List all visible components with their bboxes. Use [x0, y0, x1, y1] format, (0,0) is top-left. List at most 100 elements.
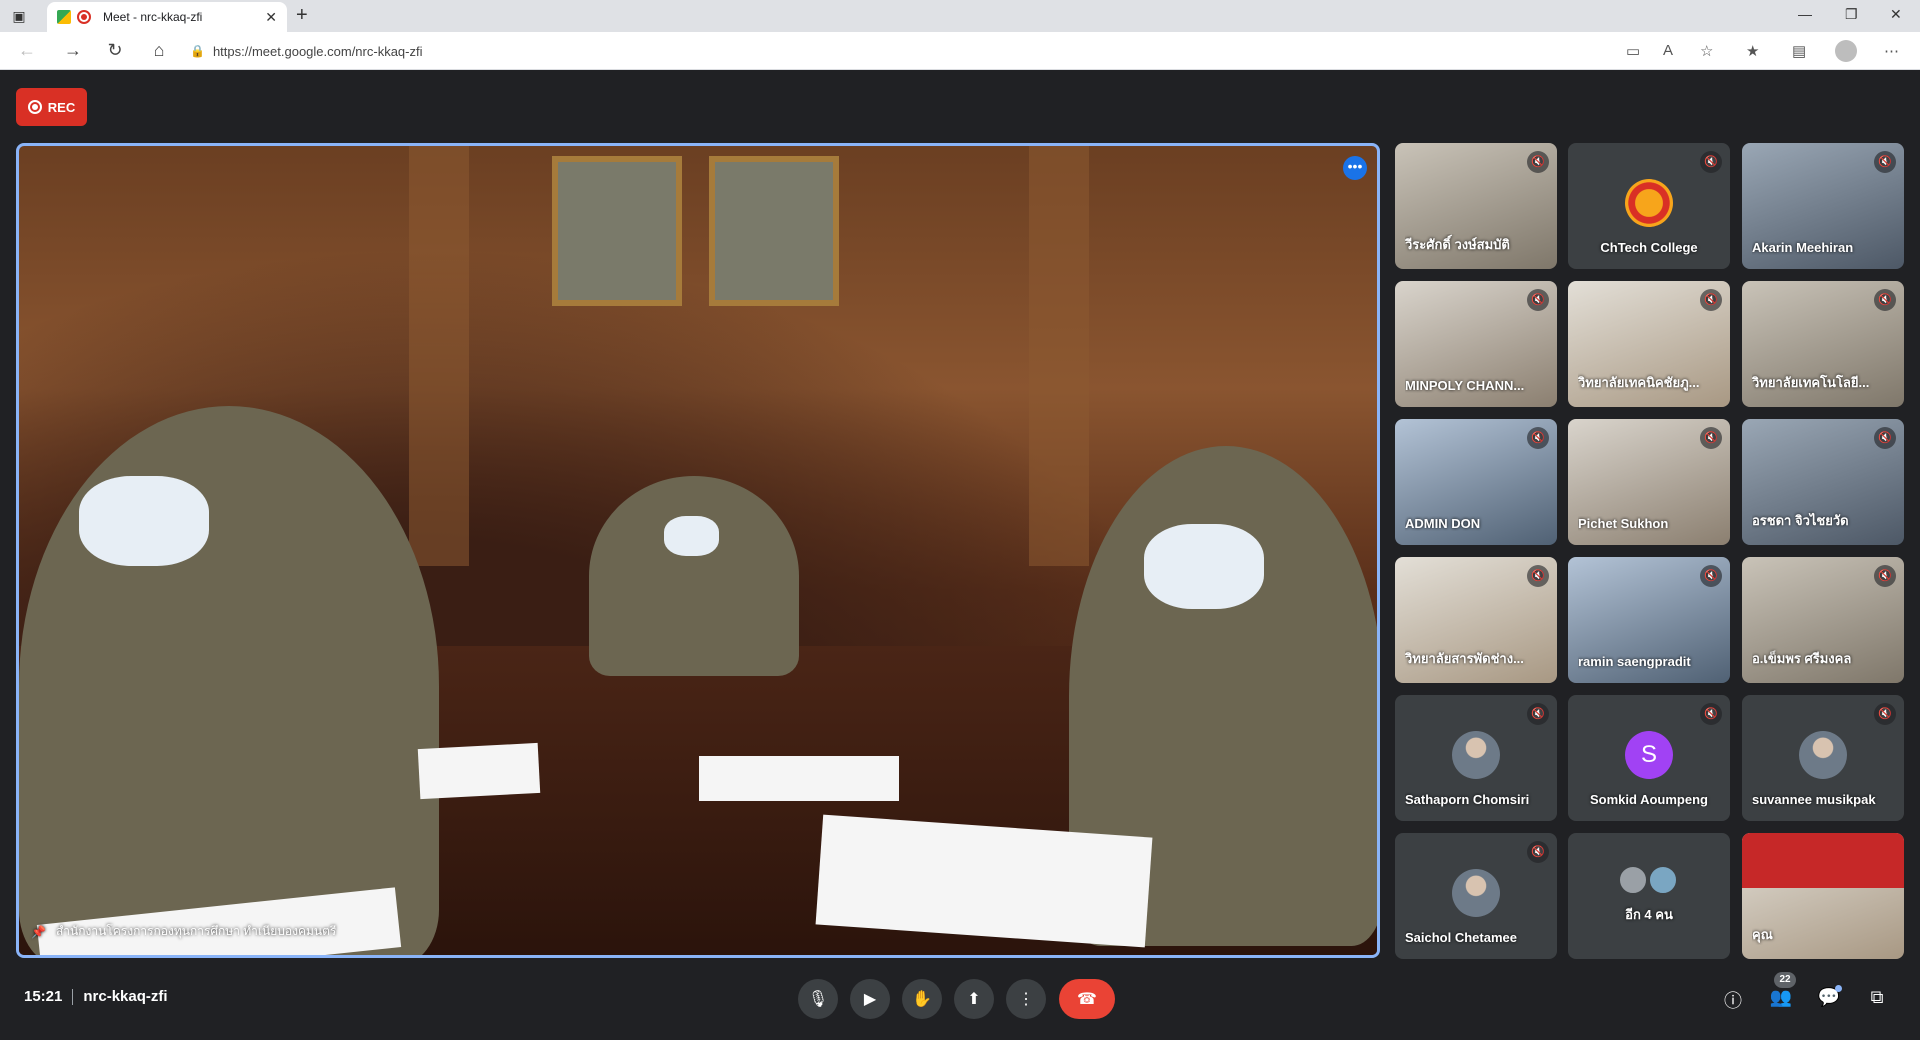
muted-mic-icon: 🔇: [1700, 151, 1722, 173]
participant-tile[interactable]: 🔇 ramin saengpradit: [1568, 557, 1730, 683]
participant-tile[interactable]: 🔇 ADMIN DON: [1395, 419, 1557, 545]
participant-tile[interactable]: 🔇 วิทยาลัยเทคโนโลยี...: [1742, 281, 1904, 407]
favorite-star-icon[interactable]: ☆: [1700, 42, 1713, 60]
raise-hand-button[interactable]: ✋: [902, 979, 942, 1019]
hangup-icon: ☎: [1077, 991, 1097, 1008]
participant-tile[interactable]: S 🔇 Somkid Aoumpeng: [1568, 695, 1730, 821]
pin-icon[interactable]: 📌: [31, 925, 46, 939]
rec-label: REC: [47, 99, 76, 115]
muted-mic-icon: 🔇: [1527, 565, 1549, 587]
participant-name: suvannee musikpak: [1752, 792, 1876, 807]
wall-panel: [409, 146, 469, 566]
muted-mic-icon: 🔇: [1527, 703, 1549, 725]
participant-tile[interactable]: 🔇 MINPOLY CHANN...: [1395, 281, 1557, 407]
participant-tile[interactable]: อีก 4 คน: [1568, 833, 1730, 959]
participant-tile[interactable]: 🔇 ChTech College: [1568, 143, 1730, 269]
participant-tile[interactable]: 🔇 Pichet Sukhon: [1568, 419, 1730, 545]
muted-mic-icon: 🔇: [1527, 151, 1549, 173]
participant-name: วิทยาลัยสารพัดช่าง...: [1405, 651, 1524, 666]
participant-tile[interactable]: 🔇 Saichol Chetamee: [1395, 833, 1557, 959]
hand-icon: ✋: [912, 991, 932, 1008]
favorites-icon[interactable]: ★: [1746, 42, 1759, 60]
leave-call-button[interactable]: ☎: [1059, 979, 1115, 1019]
participant-name: Somkid Aoumpeng: [1590, 792, 1708, 807]
restore-icon[interactable]: ❐: [1845, 6, 1858, 23]
participant-count-badge: 22: [1774, 972, 1796, 988]
refresh-icon[interactable]: ↻: [104, 40, 126, 61]
muted-mic-icon: 🔇: [1874, 703, 1896, 725]
paper-sheet: [699, 756, 899, 801]
muted-mic-icon: 🔇: [1700, 289, 1722, 311]
participant-tile[interactable]: 🔇 วีระศักดิ์ วงษ์สมบัติ: [1395, 143, 1557, 269]
participant-tile[interactable]: 🔇 วิทยาลัยสารพัดช่าง...: [1395, 557, 1557, 683]
people-icon[interactable]: 👥: [1768, 987, 1794, 1008]
participant-avatar: [1799, 731, 1847, 779]
tab-actions-icon[interactable]: ▣: [10, 7, 28, 25]
muted-mic-icon: 🔇: [1700, 565, 1722, 587]
participant-name: Saichol Chetamee: [1405, 930, 1517, 945]
meeting-code: nrc-kkaq-zfi: [83, 988, 168, 1005]
minimize-icon[interactable]: —: [1798, 6, 1812, 22]
browser-tab[interactable]: Meet - nrc-kkaq-zfi ✕: [47, 2, 287, 32]
meeting-time: 15:21: [24, 988, 63, 1005]
face-mask: [664, 516, 719, 556]
meeting-info: 15:21 nrc-kkaq-zfi: [24, 988, 168, 1005]
settings-more-icon[interactable]: ⋯: [1884, 42, 1899, 60]
camera-in-use-icon[interactable]: ▭: [1626, 42, 1640, 60]
participant-tile[interactable]: 🔇 suvannee musikpak: [1742, 695, 1904, 821]
portrait-frame: [552, 156, 682, 306]
activities-icon[interactable]: ⧉: [1864, 987, 1890, 1008]
participant-tile[interactable]: 🔇 Sathaporn Chomsiri: [1395, 695, 1557, 821]
participant-name: ChTech College: [1600, 240, 1698, 255]
browser-tab-bar: ▣ Meet - nrc-kkaq-zfi ✕ + — ❐ ✕: [0, 0, 1920, 32]
participant-tile[interactable]: 🔇 อรชดา จิวไชยวัด: [1742, 419, 1904, 545]
participant-name: วิทยาลัยเทคนิคชัยภู...: [1578, 375, 1700, 390]
participant-name: วิทยาลัยเทคโนโลยี...: [1752, 375, 1870, 390]
wall-panel: [1029, 146, 1089, 566]
muted-mic-icon: 🔇: [1874, 289, 1896, 311]
participant-avatar: [1452, 731, 1500, 779]
url-field[interactable]: 🔒 https://meet.google.com/nrc-kkaq-zfi: [190, 38, 1590, 64]
participant-name: อีก 4 คน: [1625, 907, 1673, 922]
muted-mic-icon: 🔇: [1700, 427, 1722, 449]
present-screen-button[interactable]: ⬆: [954, 979, 994, 1019]
microphone-icon: 🎙: [807, 991, 829, 1008]
close-tab-icon[interactable]: ✕: [265, 9, 277, 26]
home-icon[interactable]: ⌂: [148, 40, 170, 61]
recording-badge[interactable]: REC: [16, 88, 87, 126]
participant-name: วีระศักดิ์ วงษ์สมบัติ: [1405, 237, 1510, 252]
close-window-icon[interactable]: ✕: [1890, 6, 1902, 23]
collections-icon[interactable]: ▤: [1792, 42, 1806, 60]
participant-tile[interactable]: คุณ: [1742, 833, 1904, 959]
participant-name: อ.เข็มพร ศรีมงคล: [1752, 651, 1852, 666]
meeting-details-icon[interactable]: ⓘ: [1720, 987, 1746, 1013]
camera-button[interactable]: ▶: [850, 979, 890, 1019]
back-icon[interactable]: ←: [16, 40, 38, 61]
participant-tile[interactable]: 🔇 วิทยาลัยเทคนิคชัยภู...: [1568, 281, 1730, 407]
muted-mic-icon: 🔇: [1527, 427, 1549, 449]
person-center: [589, 476, 799, 676]
address-bar: ← → ↻ ⌂ 🔒 https://meet.google.com/nrc-kk…: [0, 32, 1920, 70]
muted-mic-icon: 🔇: [1527, 289, 1549, 311]
participant-name: อรชดา จิวไชยวัด: [1752, 513, 1849, 528]
more-options-icon[interactable]: •••: [1343, 156, 1367, 180]
participant-name: Akarin Meehiran: [1752, 240, 1854, 255]
present-icon: ⬆: [967, 991, 981, 1008]
participant-name: MINPOLY CHANN...: [1405, 378, 1525, 393]
participant-avatar: [1452, 869, 1500, 917]
read-aloud-icon[interactable]: A: [1663, 42, 1673, 59]
face-mask: [1144, 524, 1264, 609]
forward-icon[interactable]: →: [62, 40, 84, 61]
paper-sheet: [815, 814, 1153, 948]
participant-tile[interactable]: 🔇 Akarin Meehiran: [1742, 143, 1904, 269]
microphone-button[interactable]: 🎙: [798, 979, 838, 1019]
muted-mic-icon: 🔇: [1874, 151, 1896, 173]
muted-mic-icon: 🔇: [1700, 703, 1722, 725]
profile-avatar[interactable]: [1835, 40, 1857, 62]
new-tab-icon[interactable]: +: [296, 4, 308, 27]
main-video-feed[interactable]: ••• 📌 สำนักงานโครงการกองทุนการศึกษา ทำเน…: [16, 143, 1380, 958]
more-options-button[interactable]: ⋮: [1006, 979, 1046, 1019]
participant-tile[interactable]: 🔇 อ.เข็มพร ศรีมงคล: [1742, 557, 1904, 683]
muted-mic-icon: 🔇: [1874, 427, 1896, 449]
chat-notification-dot: [1835, 985, 1842, 992]
